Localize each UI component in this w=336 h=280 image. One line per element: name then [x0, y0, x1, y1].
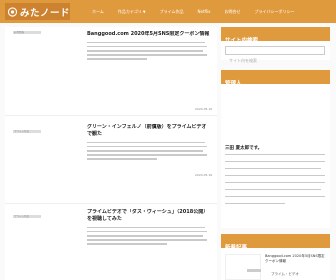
site-logo[interactable]: みたノード	[5, 3, 70, 20]
recent-post-category: プライム・ビデオ	[271, 272, 299, 276]
profile-widget: 三田 夏太郎です。	[221, 84, 330, 228]
nav-label: 作品カテゴリ	[117, 8, 142, 14]
nav-item-netflix[interactable]: Netflix	[198, 9, 211, 14]
recent-post-title[interactable]: Banggood.com 2020年5月SNS限定クーポン情報	[265, 254, 327, 264]
post-title[interactable]: グリーン・インフェルノ（前償版）をプライムビデオで観た	[87, 124, 211, 138]
post-title[interactable]: プライムビデオで「ダス・ヴィーシュ」（2018公開）を視聴してみた	[87, 209, 211, 223]
post-thumbnail[interactable]: お得情報	[10, 27, 82, 84]
post-date: 2020.05.16	[195, 173, 213, 177]
category-label: プライム作品	[14, 130, 29, 133]
post-card[interactable]: お得情報 Banggood.com 2020年5月SNS限定クーポン情報 202…	[5, 27, 217, 111]
post-title[interactable]: Banggood.com 2020年5月SNS限定クーポン情報	[87, 31, 211, 38]
nav-item-privacy[interactable]: プライバシーポリシー	[255, 9, 295, 15]
post-card[interactable]: プライム作品 グリーン・インフェルノ（前償版）をプライムビデオで観た 2020.…	[5, 118, 217, 202]
logo-icon	[8, 6, 17, 17]
nav-item-home[interactable]: ホーム	[92, 9, 104, 15]
post-card[interactable]: プライム作品 プライムビデオで「ダス・ヴィーシュ」（2018公開）を視聴してみた	[5, 203, 217, 280]
search-widget: サイト内を検索	[221, 41, 330, 63]
profile-name: 三田 夏太郎です。	[225, 146, 263, 151]
site-title: みたノード	[19, 7, 70, 19]
post-list: お得情報 Banggood.com 2020年5月SNS限定クーポン情報 202…	[5, 27, 217, 280]
nav-item-contact[interactable]: お問合せ	[225, 9, 241, 15]
post-excerpt	[87, 227, 211, 249]
category-badge: お得情報	[13, 31, 41, 34]
avatar	[225, 88, 265, 140]
post-thumbnail[interactable]: プライム作品	[10, 211, 82, 268]
widget-heading-recent: 新着記事	[221, 234, 330, 251]
search-input[interactable]: サイト内を検索	[225, 46, 325, 63]
post-excerpt	[87, 42, 211, 64]
post-excerpt	[87, 142, 211, 164]
nav-item-categories[interactable]: 作品カテゴリ▼	[118, 9, 146, 15]
divider	[5, 115, 217, 116]
recent-post-thumbnail[interactable]	[225, 254, 261, 280]
widget-heading-profile: 管理人	[221, 70, 330, 87]
category-badge: プライム作品	[13, 130, 41, 133]
category-badge: プライム作品	[13, 215, 41, 218]
main-nav: ホーム 作品カテゴリ▼ プライム作品 Netflix お問合せ プライバシーポリ…	[92, 0, 294, 23]
chevron-down-icon: ▼	[142, 9, 146, 14]
post-thumbnail[interactable]: プライム作品	[10, 126, 82, 183]
widget-heading-search: サイト内検索	[221, 27, 330, 44]
category-badge	[247, 269, 261, 272]
nav-item-prime[interactable]: プライム作品	[160, 9, 184, 15]
category-label: お得情報	[14, 31, 25, 34]
post-date: 2020.05.16	[195, 107, 213, 111]
category-label: プライム作品	[14, 215, 29, 218]
site-header: みたノード ホーム 作品カテゴリ▼ プライム作品 Netflix お問合せ プラ…	[0, 0, 336, 23]
search-placeholder: サイト内を検索	[229, 58, 257, 63]
